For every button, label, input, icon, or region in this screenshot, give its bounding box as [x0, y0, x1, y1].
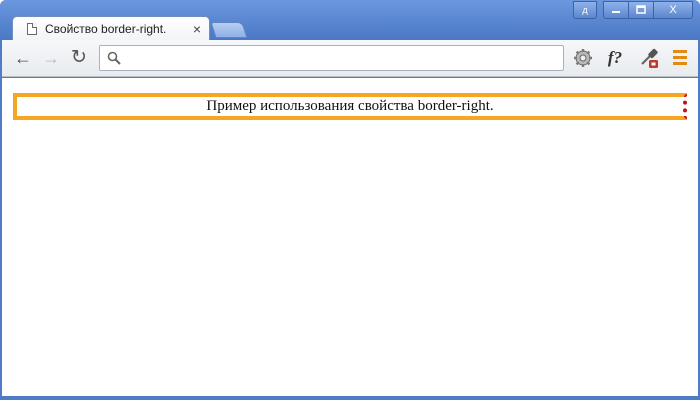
back-button[interactable]: ← [12, 48, 34, 68]
menu-bar-line [673, 62, 687, 65]
page-icon [27, 23, 37, 35]
title-bar: Свойство border-right. × д X [0, 0, 700, 42]
window-close-button[interactable]: X [653, 1, 693, 19]
eyedropper-icon[interactable] [638, 47, 660, 69]
tab-close-icon[interactable]: × [193, 21, 201, 37]
forward-button[interactable]: → [40, 48, 62, 68]
page-viewport: Пример использования свойства border-rig… [2, 78, 698, 396]
address-bar[interactable] [99, 45, 564, 71]
border-right-demo-box: Пример использования свойства border-rig… [13, 93, 687, 120]
reload-button[interactable]: ↻ [68, 48, 90, 68]
minimize-icon [612, 11, 620, 13]
new-tab-button[interactable] [210, 22, 248, 38]
menu-bar-line [673, 50, 687, 53]
maximize-icon [636, 5, 646, 14]
search-icon [107, 51, 121, 65]
font-extension-button[interactable]: f? [602, 47, 628, 69]
maximize-button[interactable] [628, 1, 654, 19]
menu-bar-line [673, 56, 687, 59]
tab-active[interactable]: Свойство border-right. × [12, 16, 210, 42]
profile-button[interactable]: д [573, 1, 597, 19]
minimize-button[interactable] [603, 1, 629, 19]
gear-icon[interactable] [572, 47, 594, 69]
hamburger-menu-icon[interactable] [669, 47, 691, 69]
browser-toolbar: ← → ↻ f? [2, 40, 698, 77]
window-bottom-border [0, 396, 700, 400]
tab-title: Свойство border-right. [45, 22, 167, 36]
address-input[interactable] [126, 49, 560, 69]
browser-window: Свойство border-right. × д X ← → ↻ f? Пр… [0, 0, 700, 400]
